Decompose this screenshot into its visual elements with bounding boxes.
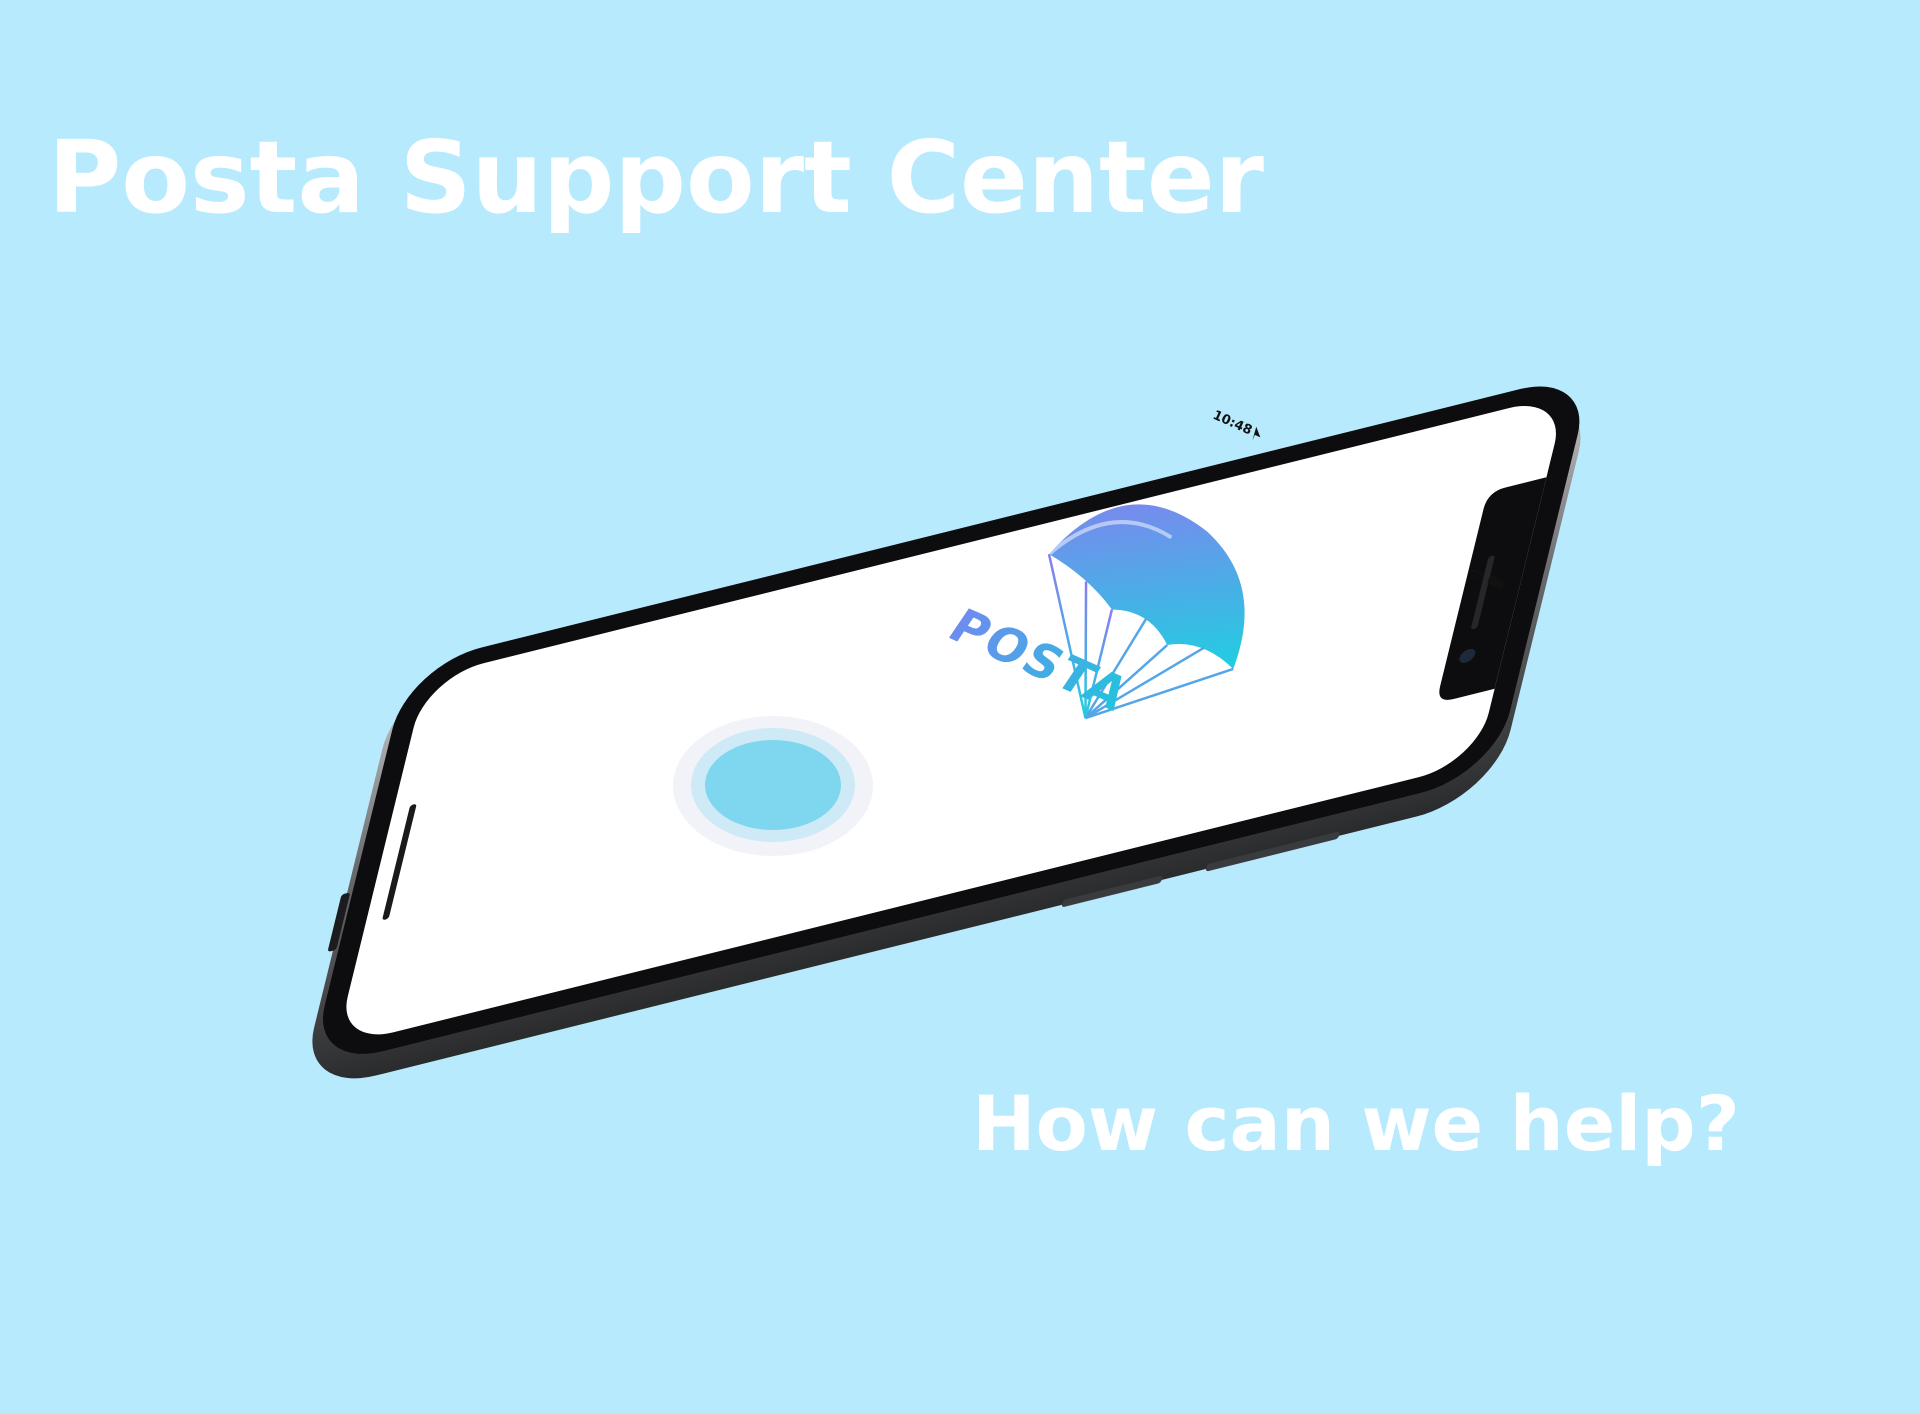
- record-button-core[interactable]: [705, 740, 841, 830]
- status-time: 10:48: [1210, 408, 1254, 439]
- voice-record-button[interactable]: [673, 716, 873, 856]
- location-arrow-icon: [1252, 426, 1261, 441]
- help-prompt: How can we help?: [972, 1079, 1740, 1168]
- phone-screen: [346, 405, 1556, 1035]
- phone-mockup: 10:48 POSTA: [312, 386, 1581, 1079]
